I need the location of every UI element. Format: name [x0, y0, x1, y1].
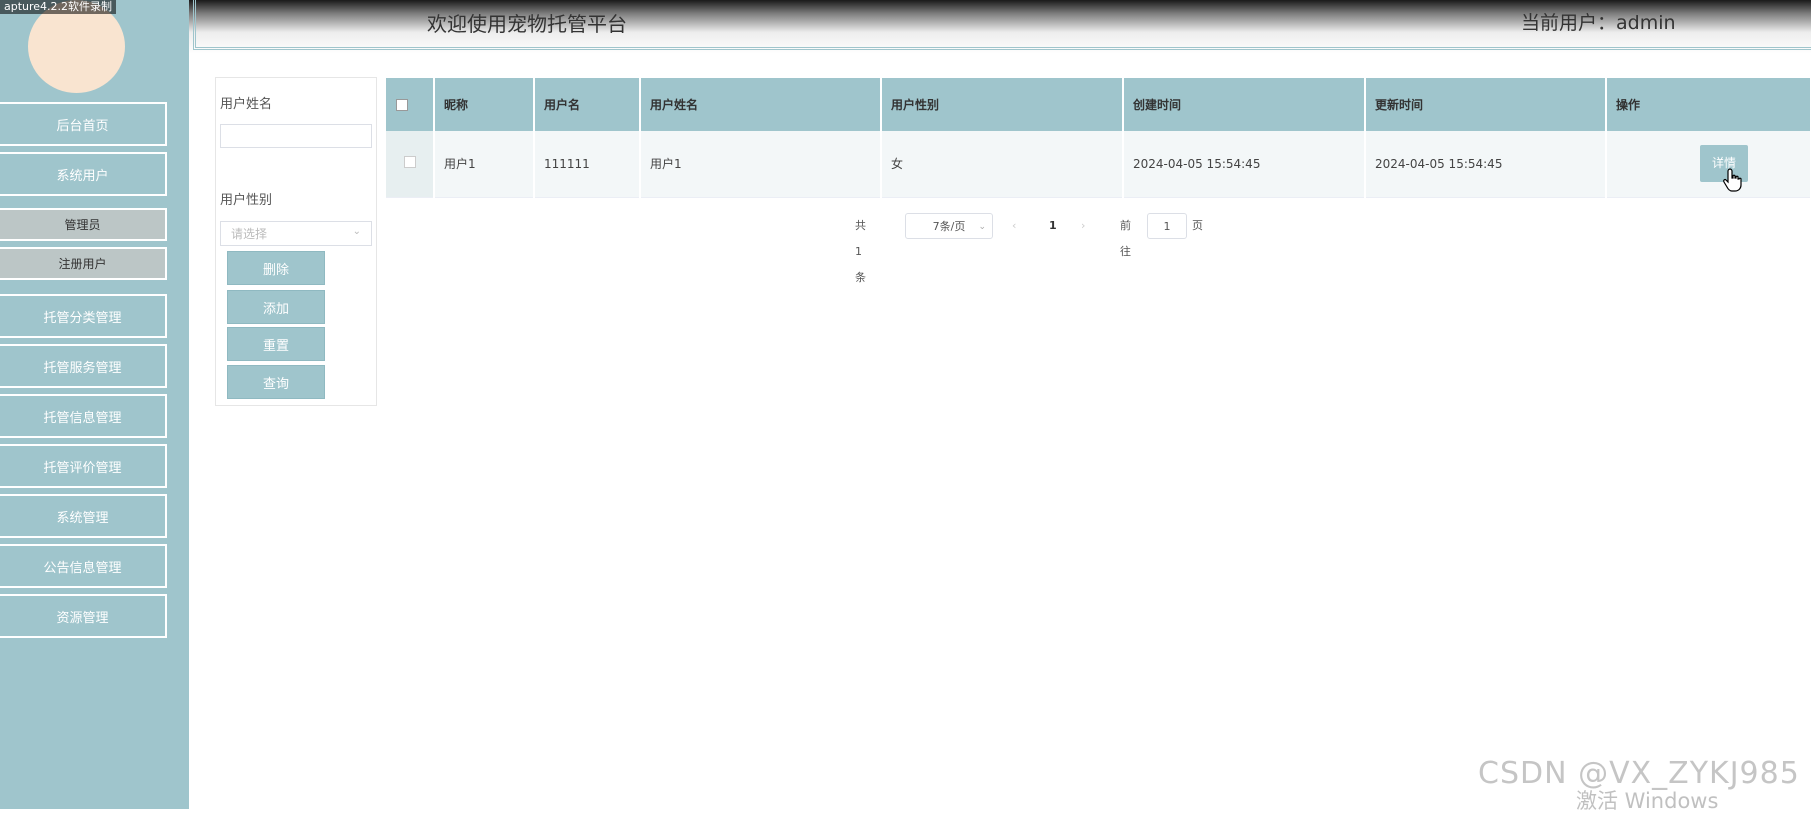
column-header-nickname: 昵称 [434, 78, 535, 131]
page-size-select[interactable]: 7条/页 ⌄ [905, 213, 993, 239]
sidebar-item-system-management[interactable]: 系统管理 [0, 494, 167, 538]
sidebar-item-resource-management[interactable]: 资源管理 [0, 594, 167, 638]
select-all-checkbox[interactable] [396, 99, 408, 111]
cell-updated: 2024-04-05 15:54:45 [1365, 131, 1607, 198]
sidebar-item-category-management[interactable]: 托管分类管理 [0, 294, 167, 338]
cell-username: 111111 [534, 131, 641, 198]
column-header-actions: 操作 [1606, 78, 1811, 131]
windows-activation-text: 激活 Windows [1576, 789, 1719, 813]
cell-gender: 女 [881, 131, 1124, 198]
table-header-row: 昵称 用户名 用户姓名 用户性别 创建时间 更新时间 操作 [386, 78, 1811, 131]
prev-page-button[interactable]: ‹ [1012, 213, 1016, 239]
cell-actions: 详情 [1606, 131, 1811, 198]
total-count: 共 1 条 [855, 219, 866, 284]
gender-filter-label: 用户性别 [220, 193, 273, 208]
table-row: 用户1 111111 用户1 女 2024-04-05 15:54:45 202… [386, 131, 1811, 198]
sidebar-item-info-management[interactable]: 托管信息管理 [0, 394, 167, 438]
page-title: 欢迎使用宠物托管平台 [427, 12, 627, 36]
reset-button[interactable]: 重置 [227, 327, 325, 361]
cell-created: 2024-04-05 15:54:45 [1123, 131, 1366, 198]
search-button[interactable]: 查询 [227, 365, 325, 399]
gender-filter-select[interactable]: 请选择 ⌄ [220, 221, 372, 246]
page-size-value: 7条/页 [932, 220, 966, 233]
cell-realname: 用户1 [640, 131, 882, 198]
user-table: 昵称 用户名 用户姓名 用户性别 创建时间 更新时间 操作 用户1 111111… [386, 78, 1811, 198]
chevron-down-icon: ⌄ [978, 222, 986, 232]
page-number[interactable]: 1 [1049, 213, 1057, 239]
row-checkbox[interactable] [403, 156, 416, 169]
sidebar-item-announcement-management[interactable]: 公告信息管理 [0, 544, 167, 588]
row-select-cell[interactable] [386, 131, 435, 198]
cell-nickname: 用户1 [434, 131, 535, 198]
gender-select-placeholder: 请选择 [231, 227, 268, 241]
goto-suffix: 页 [1192, 219, 1203, 232]
name-filter-input[interactable] [220, 124, 372, 148]
delete-button[interactable]: 删除 [227, 251, 325, 285]
add-button[interactable]: 添加 [227, 290, 325, 324]
sidebar-item-home[interactable]: 后台首页 [0, 102, 167, 146]
sidebar-subitem-registered-users[interactable]: 注册用户 [0, 247, 167, 280]
sidebar-subitem-admin[interactable]: 管理员 [0, 208, 167, 241]
column-header-updated: 更新时间 [1365, 78, 1607, 131]
sidebar: apture4.2.2软件录制 后台首页 系统用户 管理员 注册用户 托管分类管… [0, 0, 189, 809]
goto-label: 前往 [1120, 219, 1131, 258]
sidebar-item-service-management[interactable]: 托管服务管理 [0, 344, 167, 388]
sidebar-item-system-users[interactable]: 系统用户 [0, 152, 167, 196]
column-header-realname: 用户姓名 [640, 78, 882, 131]
header: 欢迎使用宠物托管平台 当前用户：admin [189, 0, 1811, 54]
column-header-created: 创建时间 [1123, 78, 1366, 131]
hand-pointer-icon [1723, 168, 1742, 192]
name-filter-label: 用户姓名 [220, 97, 273, 112]
recording-label: apture4.2.2软件录制 [0, 0, 117, 14]
next-page-button[interactable]: › [1081, 213, 1085, 239]
current-user-label: 当前用户：admin [1521, 12, 1676, 34]
filter-panel: 用户姓名 用户性别 请选择 ⌄ 删除 添加 重置 查询 [215, 77, 377, 406]
select-all-cell[interactable] [386, 78, 435, 131]
column-header-username: 用户名 [534, 78, 641, 131]
column-header-gender: 用户性别 [881, 78, 1124, 131]
sidebar-item-review-management[interactable]: 托管评价管理 [0, 444, 167, 488]
goto-page-input[interactable]: 1 [1147, 213, 1187, 239]
chevron-down-icon: ⌄ [352, 226, 361, 237]
